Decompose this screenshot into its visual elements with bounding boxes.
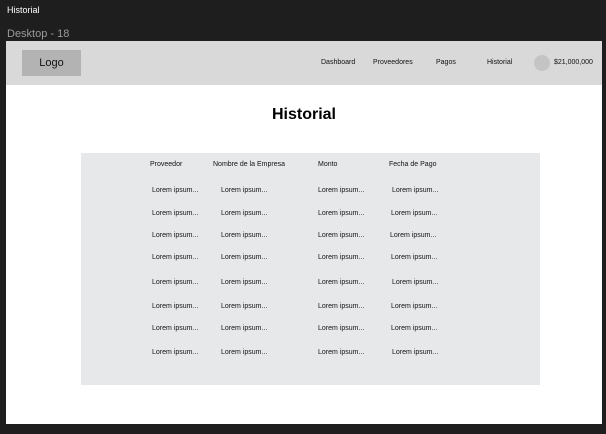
table-cell: Lorem ipsum... [221,254,268,261]
frame-label: Desktop - 18 [7,28,70,40]
table-cell: Lorem ipsum... [318,210,365,217]
nav-historial[interactable]: Historial [487,59,512,66]
table-cell: Lorem ipsum... [221,232,268,239]
nav-dashboard[interactable]: Dashboard [321,59,355,66]
table-cell: Lorem ipsum... [391,254,438,261]
table-cell: Lorem ipsum... [390,232,437,239]
table-cell: Lorem ipsum... [392,349,439,356]
column-header-monto: Monto [318,161,338,168]
desktop-frame: Logo Dashboard Proveedores Pagos Histori… [6,41,602,424]
logo[interactable]: Logo [22,50,81,76]
table-cell: Lorem ipsum... [221,349,268,356]
table-cell: Lorem ipsum... [152,349,199,356]
column-header-proveedor: Proveedor [150,161,183,168]
nav-pagos[interactable]: Pagos [436,59,456,66]
navbar: Logo Dashboard Proveedores Pagos Histori… [6,41,602,85]
table-cell: Lorem ipsum... [318,325,365,332]
page-title: Historial [271,106,336,123]
table-cell: Lorem ipsum... [152,303,199,310]
table-cell: Lorem ipsum... [391,210,438,217]
table-cell: Lorem ipsum... [318,232,365,239]
table-cell: Lorem ipsum... [318,187,365,194]
table-cell: Lorem ipsum... [221,325,268,332]
table-cell: Lorem ipsum... [392,279,439,286]
table-cell: Lorem ipsum... [221,210,268,217]
table-cell: Lorem ipsum... [152,232,199,239]
window-tab-title[interactable]: Historial [7,5,40,15]
table-cell: Lorem ipsum... [221,187,268,194]
column-header-empresa: Nombre de la Empresa [213,161,285,168]
table-cell: Lorem ipsum... [318,279,365,286]
balance-amount: $21,000,000 [554,59,593,66]
table-cell: Lorem ipsum... [391,325,438,332]
table-cell: Lorem ipsum... [318,349,365,356]
table-cell: Lorem ipsum... [221,303,268,310]
table-cell: Lorem ipsum... [152,210,199,217]
table-cell: Lorem ipsum... [391,303,438,310]
table-cell: Lorem ipsum... [318,303,365,310]
table-cell: Lorem ipsum... [152,279,199,286]
history-table: Proveedor Nombre de la Empresa Monto Fec… [81,153,540,385]
table-cell: Lorem ipsum... [392,187,439,194]
column-header-fecha: Fecha de Pago [389,161,437,168]
table-cell: Lorem ipsum... [152,187,199,194]
table-cell: Lorem ipsum... [318,254,365,261]
table-cell: Lorem ipsum... [221,279,268,286]
table-cell: Lorem ipsum... [152,254,199,261]
avatar[interactable] [534,55,550,71]
nav-proveedores[interactable]: Proveedores [373,59,413,66]
table-cell: Lorem ipsum... [152,325,199,332]
